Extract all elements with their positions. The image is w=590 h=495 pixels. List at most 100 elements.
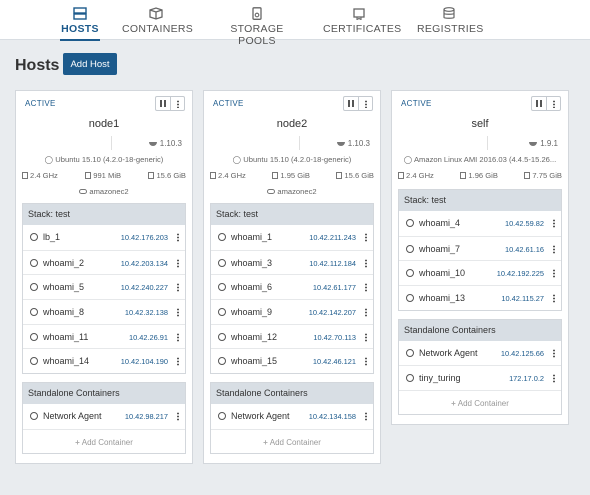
container-menu-icon[interactable] (553, 244, 555, 254)
tab-certificates[interactable]: CERTIFICATES (323, 0, 401, 40)
add-host-button[interactable]: Add Host (63, 53, 117, 75)
tab-hosts[interactable]: HOSTS (60, 0, 100, 41)
divider (487, 136, 488, 150)
container-state-icon (218, 357, 226, 366)
container-row[interactable]: whoami_13 10.42.115.27 (399, 285, 561, 310)
stack-header[interactable]: Stack: test (23, 204, 185, 225)
container-name[interactable]: whoami_10 (419, 268, 465, 278)
pause-host-button[interactable] (532, 97, 546, 110)
container-menu-icon[interactable] (553, 294, 555, 304)
container-row[interactable]: whoami_6 10.42.61.177 (211, 274, 373, 299)
container-menu-icon[interactable] (365, 357, 367, 367)
container-menu-icon[interactable] (553, 374, 555, 384)
container-name[interactable]: whoami_14 (43, 356, 89, 366)
container-name[interactable]: tiny_turing (419, 373, 461, 383)
standalone-group: Standalone Containers Network Agent 10.4… (398, 318, 562, 416)
container-row[interactable]: whoami_8 10.42.32.138 (23, 299, 185, 324)
container-row[interactable]: Network Agent 10.42.134.158 (211, 404, 373, 429)
standalone-list: Network Agent 10.42.98.217 (23, 404, 185, 429)
container-menu-icon[interactable] (365, 233, 367, 242)
tab-storage-pools[interactable]: STORAGE POOLS (214, 0, 300, 47)
pause-host-button[interactable] (344, 97, 358, 110)
container-name[interactable]: whoami_12 (231, 332, 277, 342)
disk-spec: 15.6 GiB (336, 171, 374, 180)
pause-host-button[interactable] (156, 97, 170, 110)
stack-header[interactable]: Stack: test (211, 204, 373, 225)
container-name[interactable]: whoami_3 (231, 258, 272, 268)
container-name[interactable]: Network Agent (231, 411, 290, 421)
cpu-spec: 2.4 GHz (210, 171, 246, 180)
container-ip: 10.42.240.227 (120, 283, 168, 293)
container-name[interactable]: whoami_2 (43, 258, 84, 268)
container-row[interactable]: tiny_turing 172.17.0.2 (399, 365, 561, 390)
container-menu-icon[interactable] (177, 308, 179, 318)
container-ip: 10.42.61.16 (504, 244, 544, 254)
container-row[interactable]: whoami_3 10.42.112.184 (211, 249, 373, 275)
container-name[interactable]: Network Agent (419, 348, 478, 358)
container-row[interactable]: lb_1 10.42.176.203 (23, 225, 185, 250)
container-menu-icon[interactable] (365, 308, 367, 318)
container-menu-icon[interactable] (177, 332, 179, 342)
container-menu-icon[interactable] (553, 348, 555, 358)
container-row[interactable]: whoami_1 10.42.211.243 (211, 225, 373, 250)
host-menu-button[interactable] (546, 97, 560, 110)
more-vertical-icon (176, 99, 179, 108)
container-row[interactable]: whoami_11 10.42.26.91 (23, 323, 185, 349)
container-menu-icon[interactable] (365, 258, 367, 268)
container-name[interactable]: whoami_15 (231, 356, 277, 366)
container-name[interactable]: whoami_1 (231, 232, 272, 242)
disk-value: 7.75 GiB (532, 171, 562, 180)
stack-group: Stack: test whoami_1 10.42.211.243 whoam… (210, 203, 374, 375)
tab-registries[interactable]: REGISTRIES (417, 0, 483, 40)
container-menu-icon[interactable] (177, 233, 179, 242)
container-menu-icon[interactable] (553, 269, 555, 279)
container-name[interactable]: whoami_6 (231, 282, 272, 292)
container-row[interactable]: Network Agent 10.42.98.217 (23, 404, 185, 429)
container-menu-icon[interactable] (177, 258, 179, 268)
stack-header[interactable]: Stack: test (399, 190, 561, 211)
disk-spec: 7.75 GiB (524, 171, 562, 180)
container-row[interactable]: whoami_14 10.42.104.190 (23, 348, 185, 373)
add-container-button[interactable]: + Add Container (211, 428, 373, 453)
container-row[interactable]: Network Agent 10.42.125.66 (399, 341, 561, 366)
disk-value: 15.6 GiB (344, 171, 374, 180)
container-row[interactable]: whoami_12 10.42.70.113 (211, 323, 373, 349)
linux-icon: ◯ (232, 155, 242, 164)
container-menu-icon[interactable] (177, 412, 179, 422)
container-name[interactable]: whoami_7 (419, 244, 460, 254)
driver-value: amazonec2 (89, 187, 129, 196)
container-name[interactable]: whoami_5 (43, 282, 84, 292)
add-container-button[interactable]: + Add Container (399, 390, 561, 414)
host-menu-button[interactable] (170, 97, 184, 110)
container-row[interactable]: whoami_5 10.42.240.227 (23, 274, 185, 299)
container-menu-icon[interactable] (177, 357, 179, 367)
host-card: ACTIVE self 1.9.1 ◯ Amazon Linux AMI 201… (391, 90, 569, 426)
cpu-value: 2.4 GHz (218, 171, 246, 180)
container-name[interactable]: whoami_9 (231, 307, 272, 317)
host-menu-button[interactable] (358, 97, 372, 110)
host-os: ◯ Ubuntu 15.10 (4.2.0-18-generic) (16, 155, 192, 164)
container-name[interactable]: whoami_4 (419, 218, 460, 228)
container-name[interactable]: lb_1 (43, 232, 60, 242)
host-os: ◯ Ubuntu 15.10 (4.2.0-18-generic) (204, 155, 380, 164)
container-name[interactable]: Network Agent (43, 411, 102, 421)
container-ip: 10.42.211.243 (309, 233, 356, 242)
container-menu-icon[interactable] (365, 283, 367, 293)
container-name[interactable]: whoami_13 (419, 293, 465, 303)
container-menu-icon[interactable] (365, 412, 367, 422)
container-row[interactable]: whoami_4 10.42.59.82 (399, 211, 561, 236)
container-name[interactable]: whoami_8 (43, 307, 84, 317)
container-row[interactable]: whoami_7 10.42.61.16 (399, 235, 561, 261)
container-name[interactable]: whoami_11 (43, 332, 88, 342)
add-container-button[interactable]: + Add Container (23, 428, 185, 453)
container-menu-icon[interactable] (553, 219, 555, 228)
container-menu-icon[interactable] (177, 283, 179, 293)
container-ip: 10.42.203.134 (120, 258, 168, 268)
docker-icon (336, 141, 345, 146)
container-row[interactable]: whoami_9 10.42.142.207 (211, 299, 373, 324)
container-row[interactable]: whoami_15 10.42.46.121 (211, 348, 373, 373)
container-row[interactable]: whoami_10 10.42.192.225 (399, 260, 561, 285)
container-row[interactable]: whoami_2 10.42.203.134 (23, 249, 185, 275)
container-menu-icon[interactable] (365, 332, 367, 342)
tab-containers[interactable]: CONTAINERS (122, 0, 193, 40)
